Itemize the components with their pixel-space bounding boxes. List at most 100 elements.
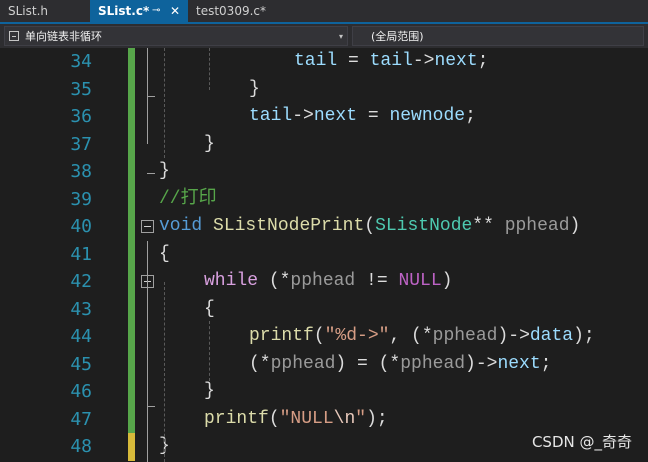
code-token: (: [313, 326, 325, 346]
code-token: )->: [465, 353, 498, 374]
project-dropdown[interactable]: 单向链表非循环 ▾: [4, 26, 348, 46]
code-token: }: [204, 381, 215, 401]
code-line[interactable]: 47 printf("NULL\n");: [0, 405, 648, 434]
collapse-icon[interactable]: [141, 220, 154, 233]
code-token: "%d->": [324, 326, 390, 346]
code-line[interactable]: 35}: [0, 75, 648, 104]
code-line[interactable]: 43 {: [0, 295, 648, 323]
saved-change-marker: [128, 48, 135, 76]
code-token: pphead: [504, 216, 570, 236]
code-token: );: [366, 408, 388, 429]
code-token: next: [497, 353, 541, 374]
saved-change-marker: [128, 75, 135, 103]
code-text: (*pphead) = (*pphead)->next;: [249, 351, 551, 379]
line-number: 42: [70, 271, 92, 292]
code-line[interactable]: 37}: [0, 130, 648, 158]
scope-dropdown[interactable]: (全局范围): [352, 26, 644, 46]
code-token: (: [268, 408, 280, 429]
saved-change-marker: [128, 103, 135, 131]
saved-change-marker: [128, 213, 135, 241]
outline-end-marker: [147, 96, 155, 97]
line-number: 39: [70, 188, 92, 210]
tab-slist-h[interactable]: SList.h: [0, 0, 90, 22]
code-token: ": [355, 408, 367, 429]
line-number: 43: [70, 298, 92, 320]
code-token: ) = (*: [335, 353, 401, 374]
code-token: \n: [333, 408, 356, 429]
code-text: }: [249, 76, 260, 104]
code-text: {: [159, 241, 170, 269]
tab-test0309-c[interactable]: test0309.c*: [188, 0, 304, 22]
line-number: 36: [70, 106, 92, 127]
line-number: 47: [70, 408, 92, 430]
code-token: =: [357, 106, 390, 126]
code-token: =: [337, 51, 370, 71]
code-line[interactable]: 44 printf("%d->", (*pphead)->data);: [0, 323, 648, 351]
code-line[interactable]: 41 {: [0, 240, 648, 269]
scope-dropdown-value: (全局范围): [371, 30, 424, 43]
code-token: ->: [292, 106, 314, 126]
code-token: ): [441, 271, 453, 291]
pin-icon[interactable]: ⊸: [152, 0, 160, 22]
line-number: 35: [70, 78, 92, 100]
project-icon: [9, 31, 19, 41]
code-line[interactable]: 34 tail = tail->next;: [0, 48, 648, 76]
code-token: !=: [355, 271, 399, 291]
code-token: pphead: [432, 326, 498, 346]
code-line[interactable]: 38}: [0, 158, 648, 186]
code-token: (*: [258, 271, 291, 291]
code-line[interactable]: 40 void SListNodePrint(SListNode** pphead…: [0, 213, 648, 241]
code-token: {: [159, 243, 170, 264]
saved-change-marker: [128, 350, 135, 378]
code-token: newnode: [389, 106, 466, 126]
code-token: tail: [249, 106, 293, 126]
code-token: next: [434, 51, 478, 71]
line-number: 37: [70, 133, 92, 155]
code-line[interactable]: 45 (*pphead) = (*pphead)->next;: [0, 350, 648, 379]
saved-change-marker: [128, 295, 135, 323]
code-text: void SListNodePrint(SListNode** pphead): [159, 213, 580, 241]
indent-guide: [164, 48, 165, 158]
code-text: printf("NULL\n");: [204, 406, 388, 434]
watermark: CSDN @_奇奇: [531, 433, 632, 451]
code-token: ;: [477, 51, 489, 71]
code-text: }: [159, 158, 170, 186]
code-text: tail->next = newnode;: [249, 103, 476, 131]
code-editor[interactable]: 34 tail = tail->next; 35} 36 tail->next = ne…: [0, 48, 648, 462]
tab-slist-c[interactable]: SList.c* ⊸ ✕: [90, 0, 188, 22]
outline-end-marker: [147, 173, 155, 174]
code-line[interactable]: 39 //打印: [0, 185, 648, 214]
code-line[interactable]: 42 while (*pphead != NULL): [0, 268, 648, 296]
saved-change-marker: [128, 158, 135, 186]
code-token: data: [529, 326, 574, 346]
code-text: tail = tail->next;: [294, 48, 488, 76]
code-token: ;: [465, 106, 476, 126]
tab-label: SList.h: [8, 4, 49, 18]
tab-label: SList.c*: [98, 4, 150, 18]
code-line[interactable]: 46}: [0, 378, 648, 406]
code-token: //打印: [159, 188, 217, 209]
indent-guide: [209, 321, 210, 381]
code-token: SListNodePrint: [213, 216, 365, 236]
code-text: //打印: [159, 186, 217, 214]
code-line[interactable]: 36 tail->next = newnode;: [0, 103, 648, 131]
indent-guide: [209, 48, 210, 90]
code-token: pphead: [270, 353, 336, 374]
code-text: printf("%d->", (*pphead)->data);: [249, 323, 595, 351]
indent-guide: [164, 282, 165, 462]
code-token: )->: [497, 326, 530, 346]
saved-change-marker: [128, 185, 135, 213]
chevron-down-icon: ▾: [338, 32, 343, 41]
code-token: printf: [249, 326, 314, 346]
line-number: 41: [70, 243, 92, 265]
line-number: 46: [70, 381, 92, 402]
line-number: 34: [70, 51, 92, 72]
line-number: 48: [70, 436, 92, 457]
outline-end-marker: [147, 406, 155, 407]
code-token: }: [249, 78, 260, 99]
line-number: 38: [70, 161, 92, 182]
code-token: pphead: [290, 271, 356, 291]
close-icon[interactable]: ✕: [170, 0, 180, 22]
project-dropdown-value: 单向链表非循环: [25, 30, 102, 43]
